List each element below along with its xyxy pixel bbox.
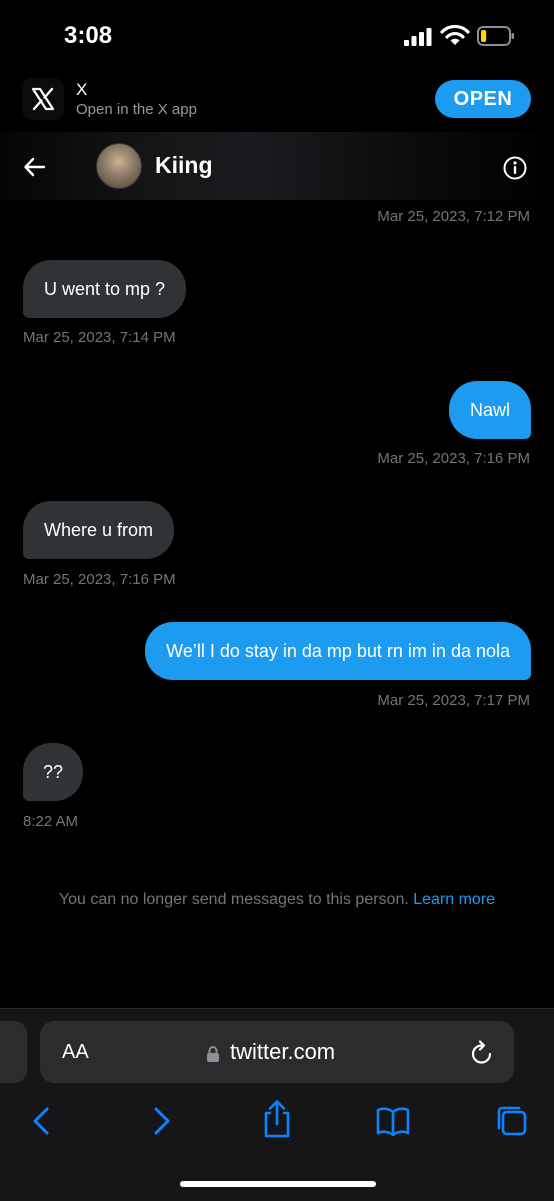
aa-label: AA xyxy=(62,1041,89,1063)
chat-header xyxy=(0,132,554,200)
banner-subtitle: Open in the X app xyxy=(76,101,197,118)
avatar[interactable] xyxy=(96,143,142,189)
url-text[interactable]: twitter.com xyxy=(230,1039,335,1065)
status-time: 3:08 xyxy=(64,22,113,49)
reload-icon[interactable] xyxy=(470,1040,494,1066)
forward-chevron-icon[interactable] xyxy=(143,1103,179,1139)
bookmarks-icon[interactable] xyxy=(375,1103,411,1139)
blocked-notice: You can no longer send messages to this … xyxy=(0,891,554,909)
message-timestamp: Mar 25, 2023, 7:17 PM xyxy=(377,692,530,709)
battery-icon xyxy=(477,26,514,46)
x-logo-icon[interactable] xyxy=(22,78,64,120)
open-app-button[interactable]: OPEN xyxy=(435,80,531,118)
lock-icon xyxy=(207,1046,219,1062)
outgoing-message[interactable]: We’ll I do stay in da mp but rn im in da… xyxy=(145,622,531,680)
back-arrow-icon[interactable] xyxy=(22,154,48,180)
previous-tab-preview[interactable] xyxy=(0,1021,27,1083)
message-timestamp: Mar 25, 2023, 7:16 PM xyxy=(23,571,176,588)
message-timestamp: Mar 25, 2023, 7:14 PM xyxy=(23,329,176,346)
incoming-message[interactable]: Where u from xyxy=(23,501,175,559)
message-timestamp: 8:22 AM xyxy=(23,813,79,830)
info-icon[interactable] xyxy=(502,155,528,181)
outgoing-message[interactable]: Nawl xyxy=(448,381,531,439)
incoming-message[interactable]: ?? xyxy=(23,743,84,801)
cellular-signal-icon xyxy=(404,28,432,46)
message-timestamp: Mar 25, 2023, 7:12 PM xyxy=(377,208,530,225)
back-chevron-icon[interactable] xyxy=(24,1103,60,1139)
wifi-icon xyxy=(440,24,470,45)
contact-name[interactable]: Kiing xyxy=(155,152,213,179)
incoming-message[interactable]: U went to mp ? xyxy=(23,260,187,318)
banner-app-name: X xyxy=(76,80,88,99)
learn-more-link[interactable]: Learn more xyxy=(413,891,495,908)
message-timestamp: Mar 25, 2023, 7:16 PM xyxy=(377,450,530,467)
blocked-notice-text: You can no longer send messages to this … xyxy=(58,891,409,908)
share-icon[interactable] xyxy=(259,1099,295,1139)
home-indicator xyxy=(180,1181,376,1187)
tabs-icon[interactable] xyxy=(494,1103,530,1139)
page-settings-button[interactable]: AA xyxy=(62,1041,89,1064)
